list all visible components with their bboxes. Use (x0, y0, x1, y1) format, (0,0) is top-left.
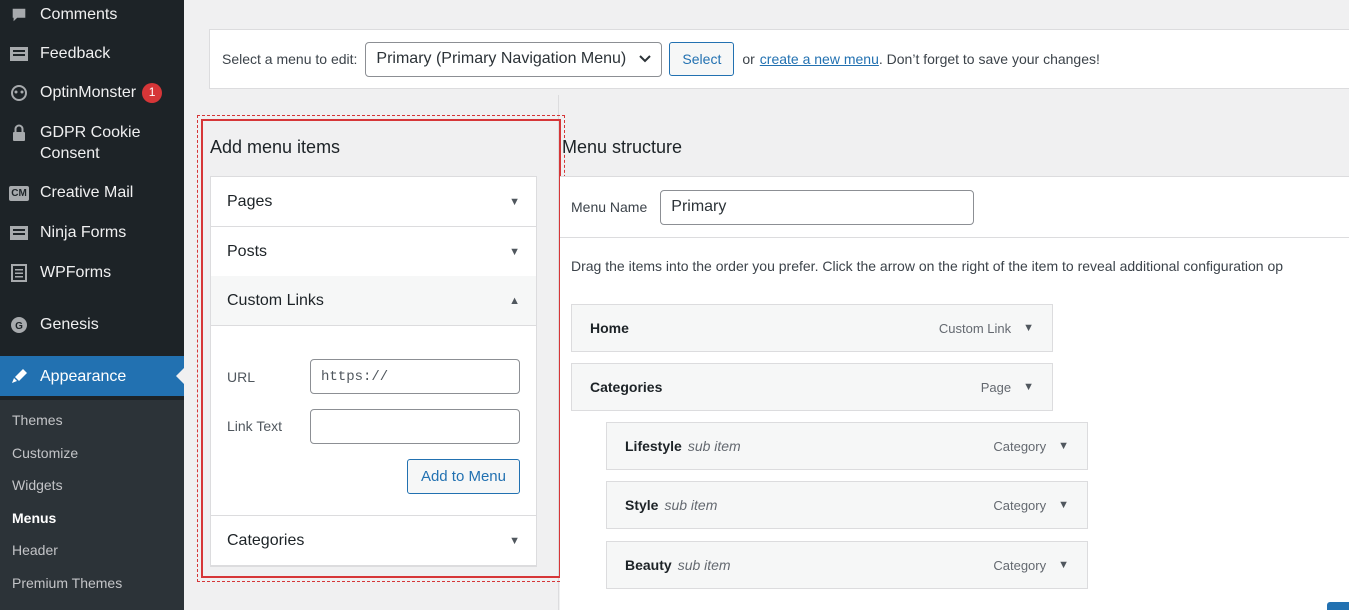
wpforms-icon (8, 262, 30, 284)
expand-arrow-icon[interactable]: ▼ (1058, 499, 1069, 511)
menu-item-beauty[interactable]: Beauty sub item Category ▼ (606, 541, 1088, 589)
create-new-menu-link[interactable]: create a new menu (760, 51, 879, 67)
menu-item-type: Category (993, 438, 1047, 454)
highlight-box (197, 115, 565, 582)
menu-item-type: Page (980, 379, 1012, 395)
menu-item-categories[interactable]: Categories Page ▼ (571, 363, 1053, 411)
sidebar-item-optinmonster[interactable]: OptinMonster 1 (0, 82, 184, 104)
chevron-down-icon (639, 50, 652, 68)
menu-dropdown[interactable]: Primary (Primary Navigation Menu) (365, 41, 663, 77)
menu-item-type: Custom Link (938, 320, 1012, 336)
sub-item-label: sub item (687, 438, 741, 454)
expand-arrow-icon[interactable]: ▼ (1023, 381, 1034, 393)
menu-item-title: Beauty (625, 557, 672, 573)
menu-select-bar: Select a menu to edit: Primary (Primary … (209, 29, 1349, 89)
menu-item-title: Home (590, 320, 629, 336)
forms-icon (8, 222, 30, 244)
menu-structure-title: Menu structure (562, 137, 683, 157)
save-menu-button-edge[interactable] (1327, 602, 1349, 610)
feedback-icon (8, 43, 30, 65)
sub-item-label: sub item (677, 557, 731, 573)
expand-arrow-icon[interactable]: ▼ (1058, 440, 1069, 452)
sidebar-item-comments[interactable]: Comments (0, 4, 184, 26)
sidebar-item-ninja-forms[interactable]: Ninja Forms (0, 222, 184, 244)
submenu-customize[interactable]: Customize (12, 445, 78, 461)
menu-name-input[interactable]: Primary (660, 189, 975, 225)
expand-arrow-icon[interactable]: ▼ (1058, 559, 1069, 571)
admin-sidebar: Comments Feedback OptinMonster 1 GDPR Coo… (0, 0, 184, 610)
sidebar-item-feedback[interactable]: Feedback (0, 43, 184, 65)
drag-instruction: Drag the items into the order you prefer… (571, 258, 1284, 274)
submenu-header[interactable]: Header (12, 542, 58, 558)
menu-item-title: Lifestyle (625, 438, 682, 454)
sidebar-item-label: OptinMonster (40, 84, 137, 101)
menu-item-home[interactable]: Home Custom Link ▼ (571, 304, 1053, 352)
svg-text:G: G (15, 321, 23, 332)
notification-badge: 1 (142, 82, 163, 103)
menu-item-style[interactable]: Style sub item Category ▼ (606, 481, 1088, 529)
sidebar-item-creative-mail[interactable]: CM Creative Mail (0, 182, 184, 204)
menu-name-bar: Menu Name Primary (560, 176, 1349, 238)
sidebar-item-gdpr[interactable]: GDPR Cookie Consent (0, 122, 184, 164)
submenu-premium-themes[interactable]: Premium Themes (12, 575, 122, 591)
sidebar-item-wpforms[interactable]: WPForms (0, 262, 184, 284)
save-reminder-text: . Don’t forget to save your changes! (878, 51, 1100, 67)
menu-structure-body: Drag the items into the order you prefer… (560, 238, 1349, 610)
submenu-widgets[interactable]: Widgets (12, 477, 63, 493)
sidebar-item-genesis[interactable]: G Genesis (0, 314, 184, 336)
menu-item-lifestyle[interactable]: Lifestyle sub item Category ▼ (606, 422, 1088, 470)
menu-item-type: Category (993, 557, 1047, 573)
genesis-icon: G (8, 314, 30, 336)
or-text: or (742, 51, 755, 67)
comment-icon (8, 4, 30, 26)
submenu-menus[interactable]: Menus (12, 510, 56, 526)
menu-item-title: Style (625, 497, 659, 513)
menu-name-label: Menu Name (571, 199, 648, 215)
lock-icon (8, 122, 30, 144)
sub-item-label: sub item (664, 497, 718, 513)
sidebar-item-appearance[interactable]: Appearance (0, 356, 184, 396)
submenu-themes[interactable]: Themes (12, 412, 63, 428)
cm-icon: CM (9, 185, 29, 201)
appearance-icon (8, 365, 30, 387)
select-menu-prompt: Select a menu to edit: (222, 51, 358, 67)
menu-item-title: Categories (590, 379, 663, 395)
optinmonster-icon (8, 82, 30, 104)
selected-menu-value: Primary (Primary Navigation Menu) (376, 50, 627, 67)
expand-arrow-icon[interactable]: ▼ (1023, 322, 1034, 334)
menu-item-type: Category (993, 497, 1047, 513)
select-button[interactable]: Select (669, 42, 735, 76)
appearance-submenu: Themes Customize Widgets Menus Header Pr… (0, 400, 184, 610)
